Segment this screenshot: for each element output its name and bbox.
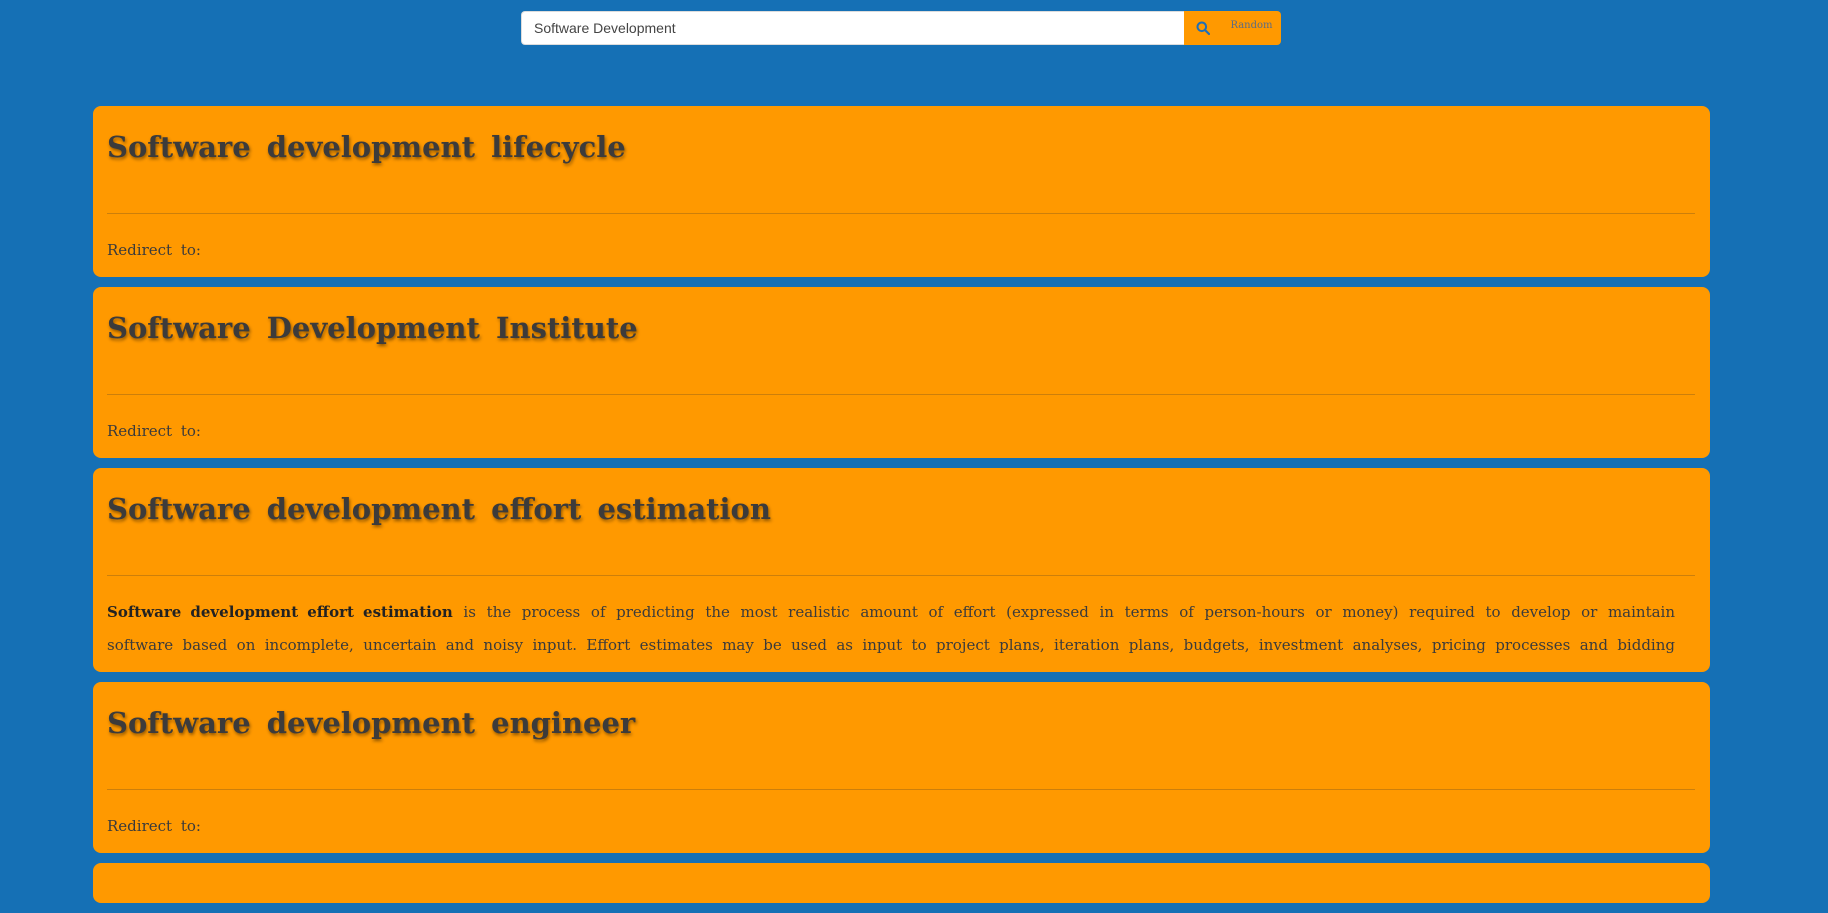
result-snippet-bold: Software development effort estimation bbox=[107, 603, 453, 621]
result-snippet: Redirect to: bbox=[107, 817, 201, 835]
result-card: Software development lifecycle Redirect … bbox=[93, 106, 1710, 277]
result-card bbox=[93, 863, 1710, 903]
result-card: Software development effort estimation S… bbox=[93, 468, 1710, 672]
result-title[interactable]: Software development effort estimation bbox=[107, 468, 1695, 550]
result-title[interactable]: Software Development Institute bbox=[107, 287, 1695, 369]
result-card: Software Development Institute Redirect … bbox=[93, 287, 1710, 458]
search-input[interactable] bbox=[521, 11, 1184, 45]
result-snippet: Redirect to: bbox=[107, 422, 201, 440]
result-snippet: Redirect to: bbox=[107, 241, 201, 259]
random-button[interactable]: Random bbox=[1222, 11, 1281, 45]
result-card: Software development engineer Redirect t… bbox=[93, 682, 1710, 853]
search-button[interactable] bbox=[1184, 11, 1222, 45]
search-icon bbox=[1196, 21, 1210, 35]
result-title[interactable]: Software development lifecycle bbox=[107, 106, 1695, 188]
search-bar: Random bbox=[521, 11, 1281, 45]
result-snippet: Software development effort estimation i… bbox=[107, 576, 1695, 672]
results-list: Software development lifecycle Redirect … bbox=[93, 106, 1710, 913]
result-title[interactable]: Software development engineer bbox=[107, 682, 1695, 764]
